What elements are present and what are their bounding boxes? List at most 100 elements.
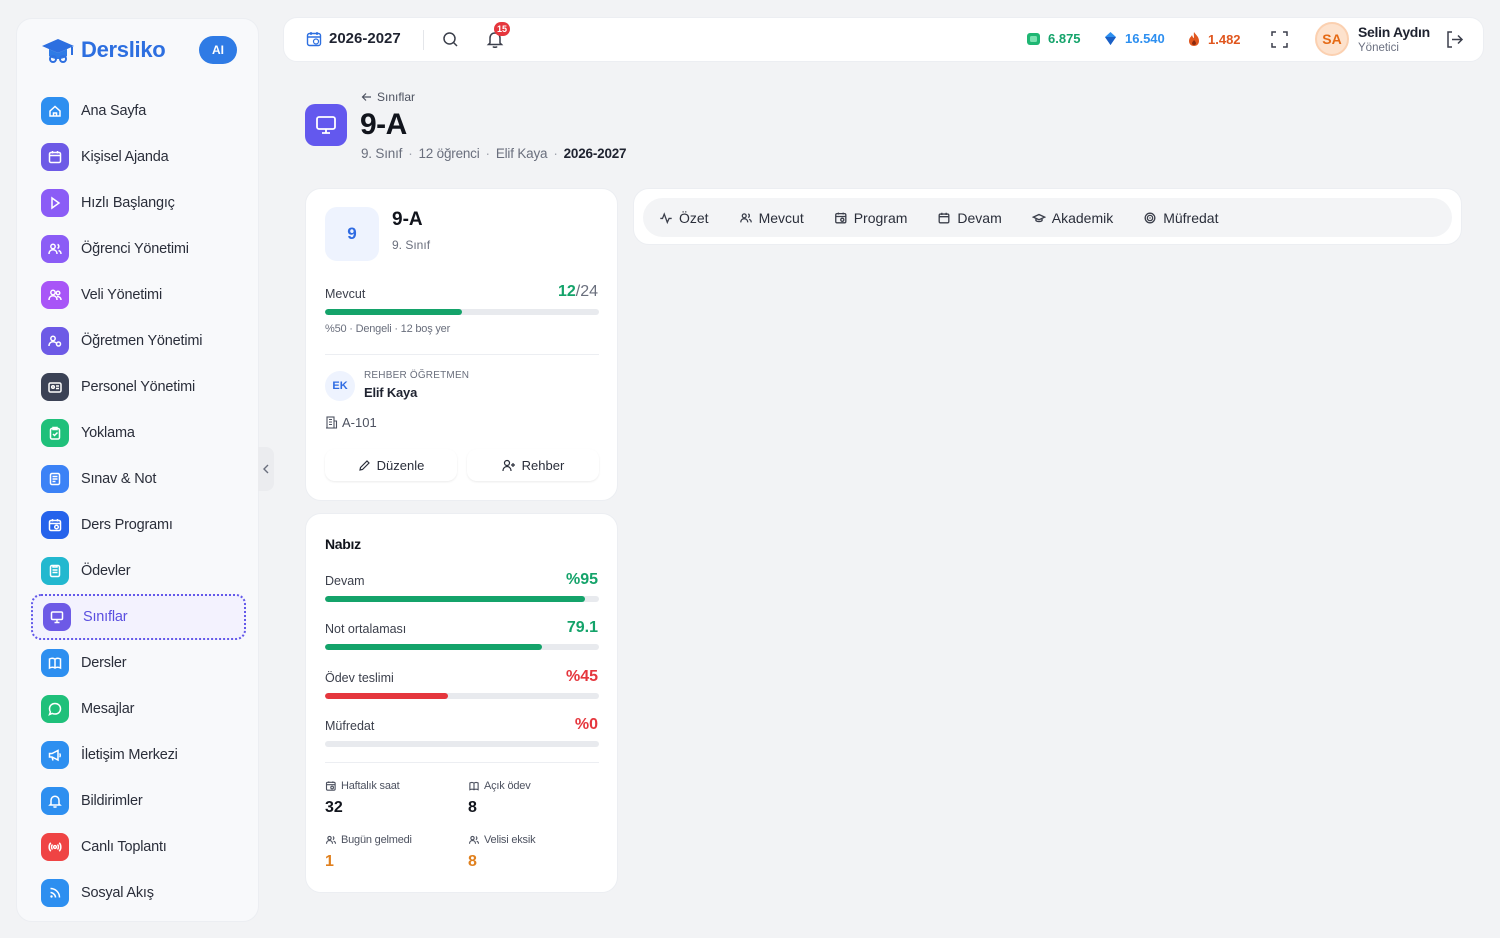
homeroom-teacher-name: Elif Kaya [364,385,418,400]
fullscreen-button[interactable] [1271,31,1288,48]
arrow-left-icon [361,93,371,101]
assign-teacher-label: Rehber [521,457,565,473]
class-card-title: 9-A [392,209,423,230]
tab-3[interactable]: Devam [937,210,1002,226]
users-icon [325,835,337,844]
tab-bar: Özet Mevcut Program Devam Akademik Müfredat [643,198,1452,237]
sidebar-item-8[interactable]: Sınav & Not [31,456,246,502]
sidebar-item-10[interactable]: Ödevler [31,548,246,594]
megaphone-icon-box [41,741,69,769]
logout-icon [1447,31,1464,48]
tab-1[interactable]: Mevcut [739,210,804,226]
presentation-icon-box [43,603,71,631]
fullscreen-icon [1271,31,1288,48]
fire-icon [1189,32,1199,46]
pulse-stat-label: Bugün gelmedi [325,834,412,846]
book-icon [48,657,62,670]
sidebar-item-16[interactable]: Canlı Toplantı [31,824,246,870]
logout-button[interactable] [1445,30,1464,49]
divider [325,762,599,763]
sidebar-item-label: Sınıflar [83,609,128,625]
sidebar-item-0[interactable]: Ana Sayfa [31,88,246,134]
activity-icon [660,211,672,224]
metric-label: Müfredat [325,719,375,733]
sidebar-item-2[interactable]: Hızlı Başlangıç [31,180,246,226]
sidebar-item-14[interactable]: İletişim Merkezi [31,732,246,778]
sidebar-item-11[interactable]: Sınıflar [31,594,246,640]
search-button[interactable] [442,31,459,48]
stat-blue: 16.540 [1103,31,1165,46]
metric-bar [325,741,599,747]
clipboard-check-icon-box [41,419,69,447]
presentation-icon [50,611,64,624]
back-link[interactable]: Sınıflar [361,90,415,104]
edit-button[interactable]: Düzenle [325,449,457,481]
metric-value: %95 [565,571,598,588]
pulse-stat-label-text: Velisi eksik [484,834,536,846]
sidebar-item-6[interactable]: Personel Yönetimi [31,364,246,410]
tab-4[interactable]: Akademik [1031,210,1113,226]
sidebar-item-label: Hızlı Başlangıç [81,195,175,211]
target-icon [1144,212,1156,223]
rss-icon [50,887,61,898]
megaphone-icon [48,749,61,762]
presentation-icon [316,116,336,134]
user-group-icon [48,289,62,301]
bell-icon-box [41,787,69,815]
class-card-subtitle: 9. Sınıf [392,238,431,252]
sidebar-item-13[interactable]: Mesajlar [31,686,246,732]
sidebar-item-label: Ders Programı [81,517,173,533]
room-info: A-101 [325,415,377,430]
metric-value: %0 [574,716,598,733]
pulse-stat-value: 8 [468,799,477,816]
user-plus-icon [502,459,515,471]
metric-bar [325,693,599,699]
back-label: Sınıflar [377,90,416,104]
graduation-cap-icon [1031,213,1046,222]
sidebar-item-label: Canlı Toplantı [81,839,167,855]
book-icon-box [41,649,69,677]
exam-icon [49,472,61,486]
id-card-icon-box [41,373,69,401]
pulse-stat-value: 32 [325,799,343,816]
stat-fire-value: 1.482 [1208,31,1241,47]
ai-button[interactable]: AI [199,36,237,64]
rss-icon-box [41,879,69,907]
calendar-clock-icon [306,31,322,46]
sidebar-item-5[interactable]: Öğretmen Yönetimi [31,318,246,364]
sidebar-item-15[interactable]: Bildirimler [31,778,246,824]
year-selector[interactable]: 2026-2027 [306,30,401,47]
pulse-stat-label: Velisi eksik [468,834,536,846]
tab-label: Özet [679,209,709,226]
sidebar-item-label: Öğretmen Yönetimi [81,333,203,349]
metric-bar-fill [325,596,586,602]
sidebar-collapse-button[interactable] [258,447,274,491]
assign-teacher-button[interactable]: Rehber [467,449,599,481]
student-count: 12 öğrenci [418,146,480,161]
clipboard-check-icon [49,426,61,440]
brand-logo[interactable]: Dersliko [39,33,166,67]
sidebar-item-3[interactable]: Öğrenci Yönetimi [31,226,246,272]
metric-bar-fill [325,644,542,650]
separator-dot: · [408,146,413,161]
metric-label: Not ortalaması [325,622,407,636]
tab-2[interactable]: Program [834,210,907,226]
tab-0[interactable]: Özet [659,210,709,226]
broadcast-icon-box [41,833,69,861]
sidebar-item-9[interactable]: Ders Programı [31,502,246,548]
sidebar-item-7[interactable]: Yoklama [31,410,246,456]
id-card-icon [48,382,62,393]
users-icon [48,243,62,255]
sidebar-item-label: Sosyal Akış [81,885,154,901]
sidebar-item-4[interactable]: Veli Yönetimi [31,272,246,318]
sidebar-item-12[interactable]: Dersler [31,640,246,686]
sidebar-item-label: Personel Yönetimi [81,379,196,395]
capacity-value: 12/24 [558,283,598,301]
user-avatar[interactable]: SA [1315,22,1349,56]
tab-5[interactable]: Müfredat [1143,210,1218,226]
sidebar-item-1[interactable]: Kişisel Ajanda [31,134,246,180]
capacity-note: %50 · Dengeli · 12 boş yer [325,323,451,335]
stat-fire: 1.482 [1187,31,1241,47]
pulse-stat-value: 1 [325,853,334,870]
sidebar-item-17[interactable]: Sosyal Akış [31,870,246,916]
